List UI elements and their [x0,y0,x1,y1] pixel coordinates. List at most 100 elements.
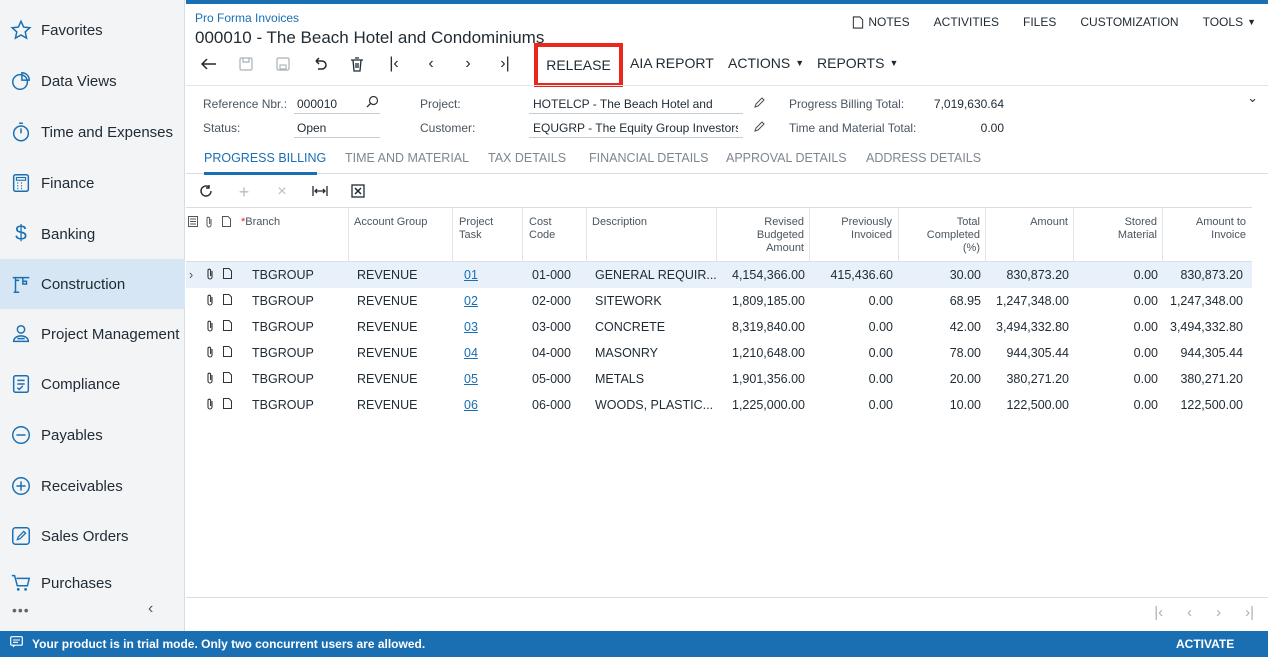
table-row[interactable]: TBGROUP REVENUE 04 04-000 MASONRY 1,210,… [186,340,1252,366]
note-icon[interactable] [223,398,232,412]
amount-header[interactable]: Amount [990,216,1068,229]
amount-to-invoice-header[interactable]: Amount to Invoice [1166,216,1246,242]
previously-invoiced-header[interactable]: Previously Invoiced [814,216,892,242]
more-menu-icon[interactable]: ••• [12,602,30,618]
search-icon[interactable] [366,95,379,111]
sidebar-item-banking[interactable]: $ Banking [0,209,185,259]
aia-report-button[interactable]: AIA REPORT [630,55,714,71]
table-row[interactable]: TBGROUP REVENUE 03 03-000 CONCRETE 8,319… [186,314,1252,340]
edit-customer-icon[interactable] [754,120,766,135]
stored-material-cell[interactable]: 0.00 [1073,268,1158,282]
undo-icon[interactable] [306,51,334,77]
refresh-icon[interactable] [196,184,216,201]
tab-tax-details[interactable]: TAX DETAILS [488,151,566,165]
previously-invoiced-cell[interactable]: 0.00 [809,398,893,412]
stored-material-cell[interactable]: 0.00 [1073,346,1158,360]
status-field[interactable]: Open [297,121,326,135]
last-page-icon[interactable]: ›| [1245,604,1254,621]
description-cell[interactable]: SITEWORK [595,294,662,308]
branch-cell[interactable]: TBGROUP [252,268,314,282]
actions-menu[interactable]: ACTIONS ▼ [728,55,804,71]
cost-code-cell[interactable]: 04-000 [532,346,571,360]
amount-to-invoice-cell[interactable]: 944,305.44 [1162,346,1243,360]
table-row[interactable]: TBGROUP REVENUE 05 05-000 METALS 1,901,3… [186,366,1252,392]
account-group-header[interactable]: Account Group [354,216,427,229]
previously-invoiced-cell[interactable]: 0.00 [809,372,893,386]
tab-address-details[interactable]: ADDRESS DETAILS [866,151,981,165]
sidebar-item-receivables[interactable]: Receivables [0,461,185,511]
branch-cell[interactable]: TBGROUP [252,398,314,412]
amount-cell[interactable]: 830,873.20 [985,268,1069,282]
sidebar-item-favorites[interactable]: Favorites [0,5,185,55]
account-group-cell[interactable]: REVENUE [357,294,417,308]
total-completed-cell[interactable]: 20.00 [898,372,981,386]
description-header[interactable]: Description [592,216,647,229]
project-task-link[interactable]: 04 [464,346,478,360]
customization-link[interactable]: CUSTOMIZATION [1080,15,1178,29]
last-record-icon[interactable]: ›| [491,51,519,77]
revised-cell[interactable]: 4,154,366.00 [716,268,805,282]
project-task-link[interactable]: 02 [464,294,478,308]
table-row[interactable]: › TBGROUP REVENUE 01 01-000 GENERAL REQU… [186,262,1252,288]
description-cell[interactable]: CONCRETE [595,320,665,334]
cost-code-cell[interactable]: 03-000 [532,320,571,334]
note-icon[interactable] [223,294,232,308]
fit-columns-icon[interactable] [310,184,330,200]
collapse-form-icon[interactable]: ⌄ [1247,90,1258,106]
branch-cell[interactable]: TBGROUP [252,346,314,360]
branch-cell[interactable]: TBGROUP [252,320,314,334]
amount-to-invoice-cell[interactable]: 3,494,332.80 [1162,320,1243,334]
revised-budgeted-amount-header[interactable]: Revised Budgeted Amount [722,216,804,255]
sidebar-item-time-and-expenses[interactable]: Time and Expenses [0,107,185,157]
sidebar-item-data-views[interactable]: Data Views [0,56,185,106]
attachment-icon[interactable] [206,268,214,283]
amount-cell[interactable]: 380,271.20 [985,372,1069,386]
release-button[interactable]: RELEASE [534,43,623,87]
attachment-icon[interactable] [206,320,214,335]
revised-cell[interactable]: 1,901,356.00 [716,372,805,386]
revised-cell[interactable]: 1,210,648.00 [716,346,805,360]
stored-material-cell[interactable]: 0.00 [1073,320,1158,334]
branch-cell[interactable]: TBGROUP [252,372,314,386]
total-completed-cell[interactable]: 30.00 [898,268,981,282]
cost-code-cell[interactable]: 06-000 [532,398,571,412]
export-excel-icon[interactable] [348,183,368,201]
previously-invoiced-cell[interactable]: 0.00 [809,346,893,360]
row-expand-icon[interactable]: › [189,268,193,282]
branch-cell[interactable]: TBGROUP [252,294,314,308]
stored-material-cell[interactable]: 0.00 [1073,398,1158,412]
amount-to-invoice-cell[interactable]: 122,500.00 [1162,398,1243,412]
collapse-sidebar-icon[interactable]: ‹ [148,600,153,618]
next-page-icon[interactable]: › [1216,604,1221,621]
stored-material-cell[interactable]: 0.00 [1073,372,1158,386]
description-cell[interactable]: MASONRY [595,346,658,360]
sidebar-item-compliance[interactable]: Compliance [0,359,185,409]
account-group-cell[interactable]: REVENUE [357,320,417,334]
stored-material-header[interactable]: Stored Material [1078,216,1157,242]
amount-cell[interactable]: 3,494,332.80 [985,320,1069,334]
first-record-icon[interactable]: |‹ [380,51,408,77]
tab-financial-details[interactable]: FINANCIAL DETAILS [589,151,708,165]
project-task-link[interactable]: 05 [464,372,478,386]
attachment-icon[interactable] [206,346,214,361]
reports-menu[interactable]: REPORTS ▼ [817,55,898,71]
attachment-icon[interactable] [206,294,214,309]
delete-icon[interactable] [343,51,371,77]
tab-time-and-material[interactable]: TIME AND MATERIAL [345,151,469,165]
previously-invoiced-cell[interactable]: 0.00 [809,320,893,334]
first-page-icon[interactable]: |‹ [1154,604,1163,621]
breadcrumb[interactable]: Pro Forma Invoices [195,11,299,25]
total-completed-cell[interactable]: 68.95 [898,294,981,308]
total-completed-cell[interactable]: 78.00 [898,346,981,360]
edit-project-icon[interactable] [754,96,766,111]
previous-page-icon[interactable]: ‹ [1187,604,1192,621]
sidebar-item-construction[interactable]: Construction [0,259,185,309]
revised-cell[interactable]: 1,225,000.00 [716,398,805,412]
attachment-icon[interactable] [206,398,214,413]
branch-header[interactable]: *Branch [241,216,280,229]
description-cell[interactable]: WOODS, PLASTIC... [595,398,713,412]
note-icon[interactable] [223,346,232,360]
note-icon[interactable] [223,320,232,334]
tools-menu[interactable]: TOOLS ▼ [1203,15,1256,29]
files-link[interactable]: FILES [1023,15,1056,29]
